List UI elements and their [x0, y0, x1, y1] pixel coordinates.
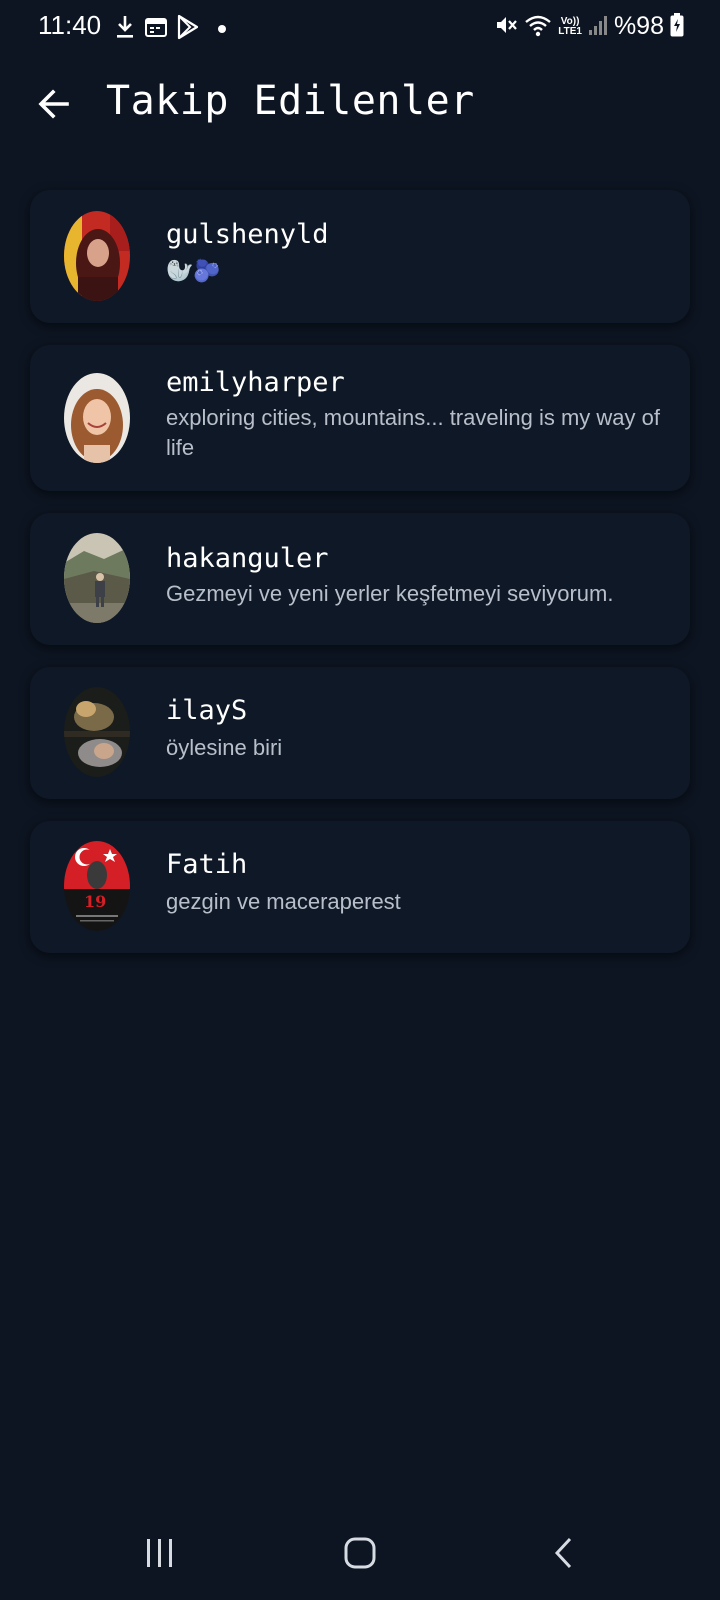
username: hakanguler: [166, 543, 329, 574]
back-icon: [554, 1537, 572, 1569]
following-list: gulshenyld 🦭🫐 emilyharper exploring citi…: [30, 190, 690, 975]
bio: exploring cities, mountains... traveling…: [166, 405, 660, 460]
home-icon: [344, 1537, 376, 1569]
page-title: Takip Edilenler: [106, 78, 475, 124]
dot-icon: [218, 25, 226, 33]
bio: gezgin ve maceraperest: [166, 889, 401, 914]
avatar[interactable]: [64, 373, 130, 463]
bio: 🦭🫐: [166, 258, 221, 283]
avatar[interactable]: [64, 687, 130, 777]
svg-text:19: 19: [84, 892, 106, 911]
back-button[interactable]: [32, 82, 76, 126]
bio: öylesine biri: [166, 735, 283, 760]
system-icons: Vo)) LTE1 %98: [494, 12, 684, 41]
user-card-fatih[interactable]: 19 Fatih gezgin ve maceraperest: [30, 821, 690, 953]
wifi-icon: [524, 13, 552, 41]
user-card-ilays[interactable]: ilayS öylesine biri: [30, 667, 690, 799]
username: ilayS: [166, 695, 248, 726]
recent-apps-icon: [147, 1539, 172, 1567]
mute-icon: [494, 13, 518, 41]
status-bar: 11:40 Vo)) LTE1 %98: [0, 0, 720, 56]
user-card-gulshenyld[interactable]: gulshenyld 🦭🫐: [30, 190, 690, 323]
volte-lte-icon: Vo)) LTE1: [558, 15, 582, 37]
home-button[interactable]: [330, 1528, 390, 1578]
system-nav-bar: [0, 1510, 720, 1600]
notification-icons: [114, 14, 226, 44]
nav-back-button[interactable]: [534, 1528, 594, 1578]
status-time: 11:40: [38, 10, 102, 40]
avatar[interactable]: [64, 533, 130, 623]
calendar-icon: [144, 15, 168, 43]
username: gulshenyld: [166, 219, 329, 250]
app-bar: Takip Edilenler: [0, 68, 720, 140]
username: emilyharper: [166, 367, 345, 398]
battery-percent: %98: [613, 12, 664, 40]
download-icon: [114, 14, 136, 44]
play-store-icon: [176, 14, 200, 44]
network-label-top: Vo)): [560, 15, 580, 27]
avatar[interactable]: 19: [64, 841, 130, 931]
battery-charging-icon: [670, 12, 684, 41]
avatar[interactable]: [64, 211, 130, 301]
bio: Gezmeyi ve yeni yerler keşfetmeyi seviyo…: [166, 581, 614, 606]
username: Fatih: [166, 849, 248, 880]
signal-icon: [588, 14, 608, 40]
user-card-emilyharper[interactable]: emilyharper exploring cities, mountains.…: [30, 345, 690, 491]
network-label-bottom: LTE1: [558, 25, 582, 37]
user-card-hakanguler[interactable]: hakanguler Gezmeyi ve yeni yerler keşfet…: [30, 513, 690, 645]
recent-apps-button[interactable]: [130, 1528, 190, 1578]
arrow-left-icon: [38, 89, 69, 119]
